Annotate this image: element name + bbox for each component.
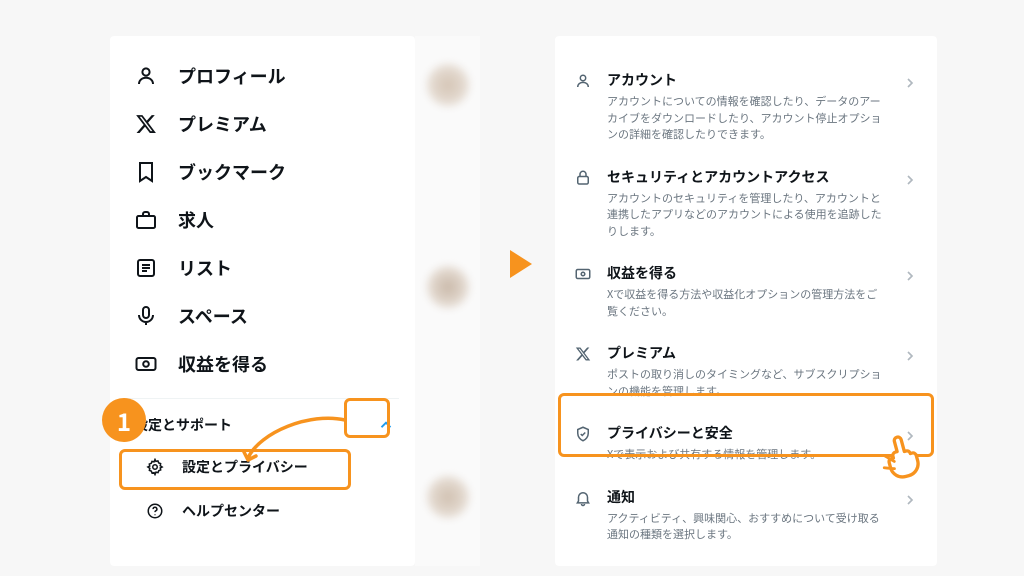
sidebar-item-bookmarks[interactable]: ブックマーク [110,148,415,196]
lock-icon [573,168,593,188]
screenshot-stage: プロフィール プレミアム ブックマーク 求人 リスト [0,0,1024,576]
list-icon [134,256,158,280]
chevron-right-icon [901,171,919,189]
chevron-right-icon [901,74,919,92]
sidebar-item-label: プレミアム [178,111,267,137]
chevron-up-icon [377,416,395,434]
coin-icon [573,264,593,284]
settings-item-desc: アカウントのセキュリティを管理したり、アカウントと連携したアプリなどのアカウント… [607,190,887,240]
sidebar-item-label: プロフィール [178,63,286,89]
gear-icon [146,458,164,476]
blurred-avatar [427,64,469,106]
settings-text: プレミアム ポストの取り消しのタイミングなど、サブスクリプションの機能を管理しま… [607,343,887,399]
sidebar-item-jobs[interactable]: 求人 [110,196,415,244]
sub-item-label: 設定とプライバシー [182,457,308,477]
settings-item-title: 収益を得る [607,263,887,283]
sidebar-item-monetize[interactable]: 収益を得る [110,340,415,388]
settings-text: アカウント アカウントについての情報を確認したり、データのアーカイブをダウンロー… [607,70,887,143]
support-header-label: 設定とサポート [134,415,232,435]
divider [126,398,399,399]
sidebar-item-label: スペース [178,303,248,329]
settings-text: 収益を得る Xで収益を得る方法や収益化オプションの管理方法をご覧ください。 [607,263,887,319]
chevron-right-icon [901,267,919,285]
x-logo-icon [573,344,593,364]
settings-item-desc: アカウントについての情報を確認したり、データのアーカイブをダウンロードしたり、ア… [607,93,887,143]
sidebar-item-lists[interactable]: リスト [110,244,415,292]
settings-item-title: 通知 [607,487,887,507]
sidebar-item-label: リスト [178,255,232,281]
briefcase-icon [134,208,158,232]
sub-item-label: ヘルプセンター [182,501,280,521]
bell-icon [573,488,593,508]
microphone-icon [134,304,158,328]
bookmark-icon [134,160,158,184]
settings-text: セキュリティとアカウントアクセス アカウントのセキュリティを管理したり、アカウン… [607,167,887,240]
settings-text: 通知 アクティビティ、興味関心、おすすめについて受け取る通知の種類を選択します。 [607,487,887,543]
settings-item-account[interactable]: アカウント アカウントについての情報を確認したり、データのアーカイブをダウンロー… [555,58,937,155]
x-logo-icon [134,112,158,136]
sidebar-item-profile[interactable]: プロフィール [110,52,415,100]
settings-item-title: アカウント [607,70,887,90]
money-icon [134,352,158,376]
settings-item-desc: Xで収益を得る方法や収益化オプションの管理方法をご覧ください。 [607,286,887,319]
blurred-avatar [427,266,469,308]
pointer-hand-icon [876,429,932,485]
person-icon [573,71,593,91]
settings-item-desc: Xで表示および共有する情報を管理します。 [607,446,887,463]
sub-item-help-center[interactable]: ヘルプセンター [110,489,415,533]
sidebar-item-premium[interactable]: プレミアム [110,100,415,148]
person-icon [134,64,158,88]
sidebar-item-spaces[interactable]: スペース [110,292,415,340]
settings-item-title: プライバシーと安全 [607,423,887,443]
shield-icon [573,424,593,444]
sidebar-item-label: 収益を得る [178,351,268,377]
chevron-right-icon [901,347,919,365]
step-marker-number: 1 [117,403,131,438]
blurred-avatar [427,476,469,518]
step-marker: 1 [102,398,146,442]
blurred-feed-column [415,36,480,566]
step-arrow-icon [510,250,532,278]
settings-item-desc: ポストの取り消しのタイミングなど、サブスクリプションの機能を管理します。 [607,366,887,399]
help-icon [146,502,164,520]
settings-item-monetize[interactable]: 収益を得る Xで収益を得る方法や収益化オプションの管理方法をご覧ください。 [555,251,937,331]
settings-item-security[interactable]: セキュリティとアカウントアクセス アカウントのセキュリティを管理したり、アカウン… [555,155,937,252]
settings-item-notifications[interactable]: 通知 アクティビティ、興味関心、おすすめについて受け取る通知の種類を選択します。 [555,475,937,555]
settings-item-title: セキュリティとアカウントアクセス [607,167,887,187]
settings-item-title: プレミアム [607,343,887,363]
sub-item-settings-privacy[interactable]: 設定とプライバシー [110,445,415,489]
settings-text: プライバシーと安全 Xで表示および共有する情報を管理します。 [607,423,887,463]
settings-panel: アカウント アカウントについての情報を確認したり、データのアーカイブをダウンロー… [555,36,937,566]
support-header[interactable]: 設定とサポート [110,405,415,445]
sidebar-item-label: 求人 [178,207,214,233]
sidebar-item-label: ブックマーク [178,159,286,185]
sidebar-panel: プロフィール プレミアム ブックマーク 求人 リスト [110,36,415,566]
settings-item-premium[interactable]: プレミアム ポストの取り消しのタイミングなど、サブスクリプションの機能を管理しま… [555,331,937,411]
settings-item-desc: アクティビティ、興味関心、おすすめについて受け取る通知の種類を選択します。 [607,510,887,543]
chevron-right-icon [901,491,919,509]
